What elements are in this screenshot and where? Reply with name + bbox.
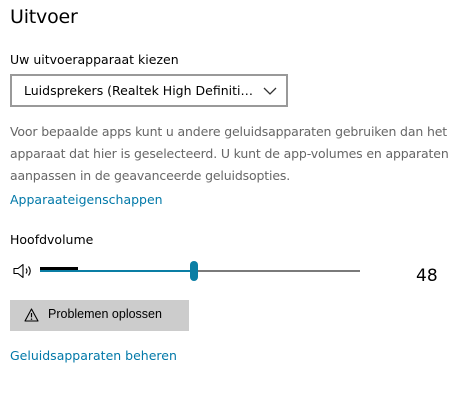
volume-slider-thumb[interactable] xyxy=(189,261,198,281)
master-volume-label: Hoofdvolume xyxy=(10,232,94,247)
output-description: Voor bepaalde apps kunt u andere geluids… xyxy=(10,124,449,183)
output-device-selected: Luidsprekers (Realtek High Definition Au… xyxy=(24,83,256,98)
chevron-down-icon xyxy=(263,87,277,95)
manage-sound-devices-link[interactable]: Geluidsapparaten beheren xyxy=(10,348,177,363)
master-volume-slider[interactable] xyxy=(40,258,360,284)
volume-value: 48 xyxy=(416,266,438,286)
troubleshoot-button-label: Problemen oplossen xyxy=(48,307,162,321)
device-properties-link[interactable]: Apparaateigenschappen xyxy=(10,192,163,207)
troubleshoot-button[interactable]: Problemen oplossen xyxy=(10,300,189,331)
volume-slider-fill xyxy=(40,270,194,272)
volume-peak-meter xyxy=(40,267,79,270)
output-device-label: Uw uitvoerapparaat kiezen xyxy=(10,52,179,67)
output-device-dropdown[interactable]: Luidsprekers (Realtek High Definition Au… xyxy=(10,74,288,107)
section-heading: Uitvoer xyxy=(10,6,78,28)
warning-icon xyxy=(24,308,39,322)
speaker-icon[interactable] xyxy=(13,263,33,279)
